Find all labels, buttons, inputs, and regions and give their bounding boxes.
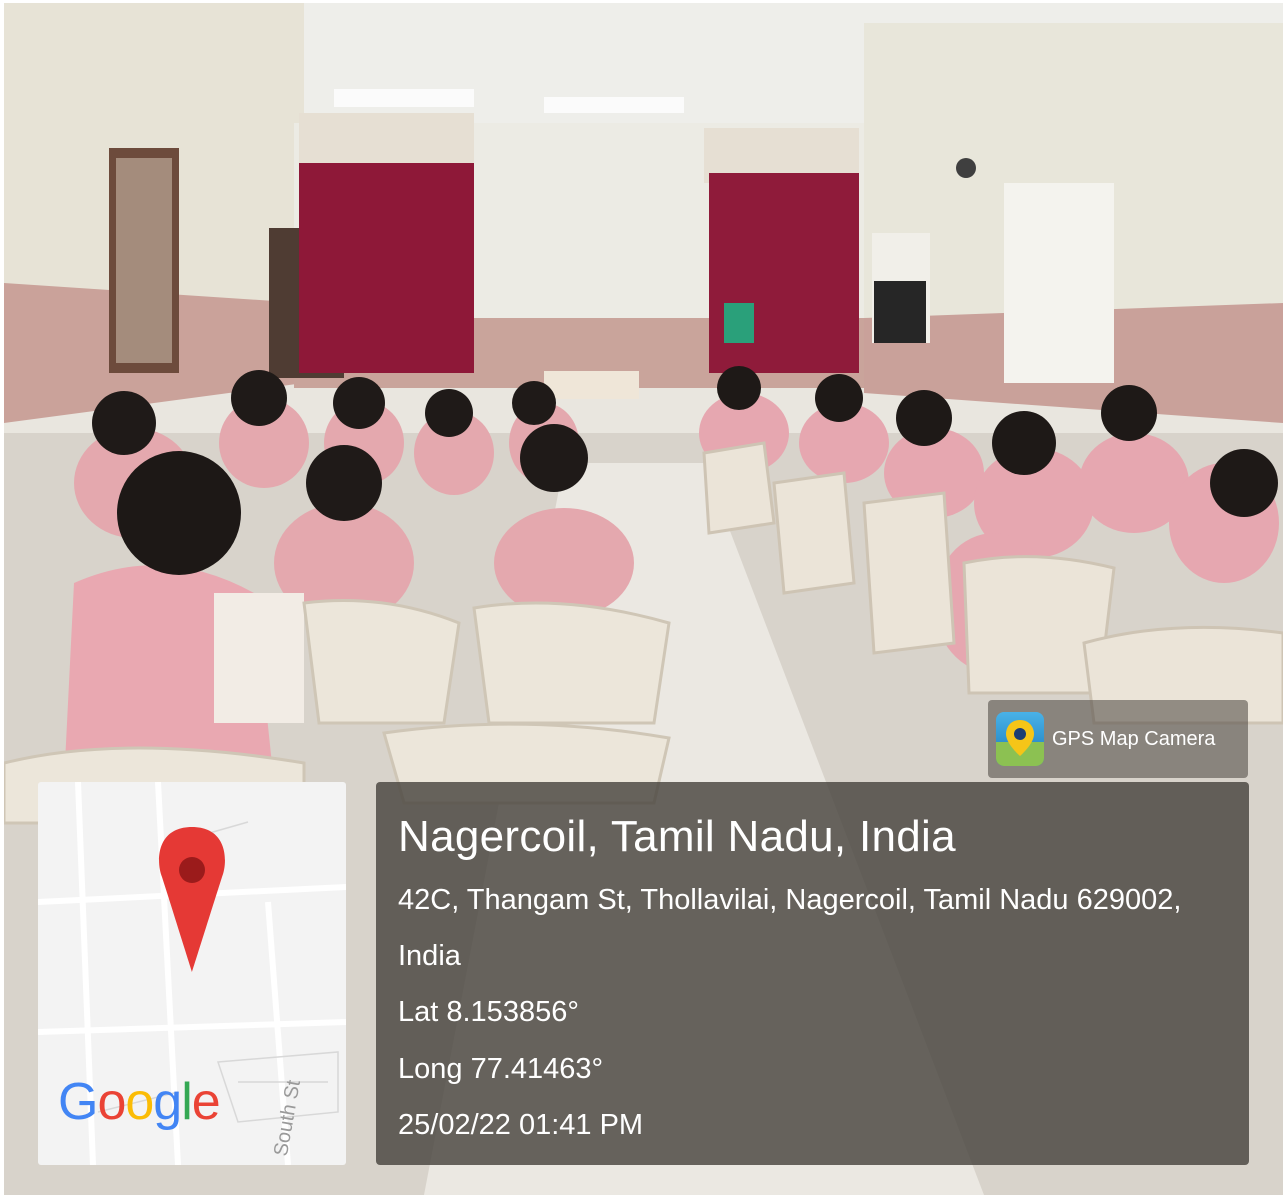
google-letter-e: e	[191, 1073, 221, 1131]
address-line-2: India	[398, 940, 461, 972]
google-letter-l: l	[181, 1073, 193, 1131]
timestamp-text: 25/02/22 01:41 PM	[398, 1109, 644, 1141]
gps-map-camera-label: GPS Map Camera	[1052, 728, 1216, 750]
photo: GPS Map Camera Google South St Nagercoil…	[4, 3, 1283, 1195]
google-letter-o2: o	[125, 1073, 154, 1131]
address-line-1: 42C, Thangam St, Thollavilai, Nagercoil,…	[398, 884, 1182, 916]
google-logo: Google	[58, 1072, 221, 1132]
map-thumbnail: Google South St	[38, 782, 346, 1165]
google-letter-g2: g	[153, 1073, 182, 1131]
latitude-text: Lat 8.153856°	[398, 996, 579, 1028]
google-letter-g: G	[58, 1073, 98, 1131]
gps-map-camera-badge: GPS Map Camera	[988, 700, 1248, 778]
location-info-panel: Nagercoil, Tamil Nadu, India 42C, Thanga…	[376, 782, 1249, 1165]
google-letter-o1: o	[97, 1073, 126, 1131]
city-heading: Nagercoil, Tamil Nadu, India	[398, 812, 956, 861]
longitude-text: Long 77.41463°	[398, 1053, 604, 1085]
gps-map-camera-app-icon	[996, 712, 1044, 766]
